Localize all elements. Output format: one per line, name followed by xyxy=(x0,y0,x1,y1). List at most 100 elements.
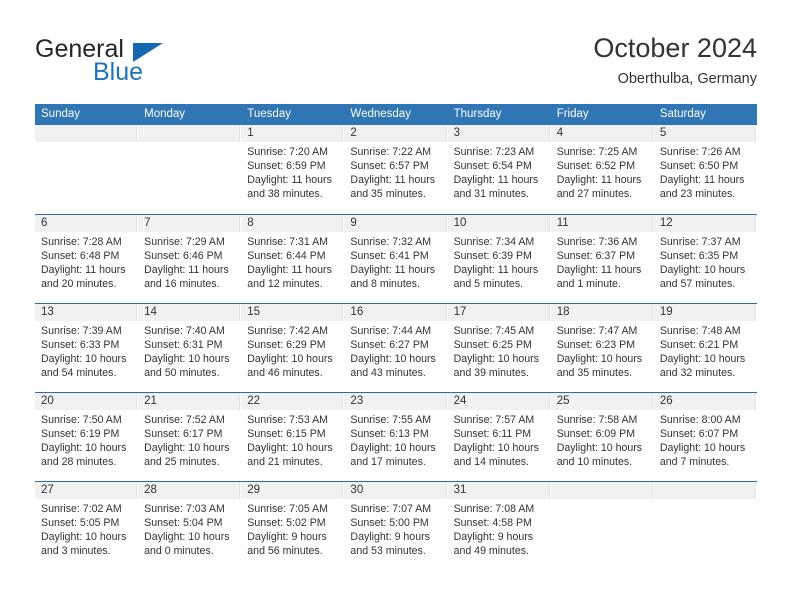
day-cell[interactable]: 22 Sunrise: 7:53 AM Sunset: 6:15 PM Dayligh… xyxy=(241,393,345,481)
weekday-header-tuesday: Tuesday xyxy=(247,108,291,120)
day-number: 17 xyxy=(453,306,467,318)
day-cell[interactable]: 21 Sunrise: 7:52 AM Sunset: 6:17 PM Dayligh… xyxy=(138,393,242,481)
day-cell[interactable]: 2 Sunrise: 7:22 AM Sunset: 6:57 PM Daylight… xyxy=(344,125,448,214)
day-cell[interactable]: 5 Sunrise: 7:26 AM Sunset: 6:50 PM Daylight… xyxy=(653,125,757,214)
day-number: 6 xyxy=(41,217,48,229)
day-details: Sunrise: 7:36 AM Sunset: 6:37 PM Daylight:… xyxy=(551,232,653,291)
sunrise-text: Sunrise: 7:32 AM xyxy=(350,236,432,248)
daylight-text-line2: and 23 minutes. xyxy=(659,188,736,200)
day-number: 11 xyxy=(556,217,569,229)
day-details: Sunrise: 8:00 AM Sunset: 6:07 PM Daylight:… xyxy=(654,410,756,469)
calendar-week-row: 6 Sunrise: 7:28 AM Sunset: 6:48 PM Daylight… xyxy=(35,214,757,303)
day-cell[interactable]: 12 Sunrise: 7:37 AM Sunset: 6:35 PM Dayligh… xyxy=(653,215,757,303)
day-number-band: 19 xyxy=(653,304,756,321)
daylight-text-line2: and 25 minutes. xyxy=(144,456,220,468)
sunrise-text: Sunrise: 7:08 AM xyxy=(453,503,535,515)
daylight-text-line1: Daylight: 10 hours xyxy=(247,442,333,454)
sunrise-text: Sunrise: 7:40 AM xyxy=(144,325,225,337)
day-cell[interactable]: 15 Sunrise: 7:42 AM Sunset: 6:29 PM Dayligh… xyxy=(241,304,345,392)
day-number-band: 22 xyxy=(241,393,344,410)
daylight-text-line1: Daylight: 10 hours xyxy=(144,442,230,454)
sunrise-text: Sunrise: 7:23 AM xyxy=(453,146,535,158)
day-cell[interactable]: 29 Sunrise: 7:05 AM Sunset: 5:02 PM Dayligh… xyxy=(241,482,345,570)
calendar-week-row: 20 Sunrise: 7:50 AM Sunset: 6:19 PM Dayligh… xyxy=(35,392,757,481)
daylight-text-line1: Daylight: 11 hours xyxy=(453,174,539,186)
day-cell[interactable]: 10 Sunrise: 7:34 AM Sunset: 6:39 PM Dayligh… xyxy=(447,215,551,303)
day-cell[interactable]: 26 Sunrise: 8:00 AM Sunset: 6:07 PM Dayligh… xyxy=(653,393,757,481)
sunset-text: Sunset: 6:13 PM xyxy=(350,428,429,440)
day-number: 19 xyxy=(659,306,673,318)
daylight-text-line2: and 56 minutes. xyxy=(247,545,323,557)
sunset-text: Sunset: 6:41 PM xyxy=(350,250,429,262)
day-cell[interactable]: 9 Sunrise: 7:32 AM Sunset: 6:41 PM Daylight… xyxy=(344,215,448,303)
sunset-text: Sunset: 6:07 PM xyxy=(659,428,739,440)
daylight-text-line1: Daylight: 10 hours xyxy=(41,531,127,543)
day-number-band: 2 xyxy=(344,125,447,142)
daylight-text-line2: and 28 minutes. xyxy=(41,456,117,468)
day-cell[interactable]: 28 Sunrise: 7:03 AM Sunset: 5:04 PM Dayligh… xyxy=(138,482,242,570)
day-cell-empty xyxy=(138,125,242,214)
day-cell[interactable]: 20 Sunrise: 7:50 AM Sunset: 6:19 PM Dayligh… xyxy=(35,393,139,481)
day-cell[interactable]: 13 Sunrise: 7:39 AM Sunset: 6:33 PM Dayligh… xyxy=(35,304,139,392)
day-details: Sunrise: 7:34 AM Sunset: 6:39 PM Daylight:… xyxy=(448,232,550,291)
daylight-text-line1: Daylight: 11 hours xyxy=(350,264,436,276)
day-cell[interactable]: 19 Sunrise: 7:48 AM Sunset: 6:21 PM Dayligh… xyxy=(653,304,757,392)
day-cell[interactable]: 7 Sunrise: 7:29 AM Sunset: 6:46 PM Daylight… xyxy=(138,215,242,303)
day-cell[interactable]: 23 Sunrise: 7:55 AM Sunset: 6:13 PM Dayligh… xyxy=(344,393,448,481)
day-number: 9 xyxy=(350,217,357,229)
day-details: Sunrise: 7:23 AM Sunset: 6:54 PM Daylight:… xyxy=(448,142,550,201)
weekday-header-friday: Friday xyxy=(556,108,589,120)
day-cell[interactable]: 31 Sunrise: 7:08 AM Sunset: 4:58 PM Dayligh… xyxy=(447,482,551,570)
day-cell[interactable]: 8 Sunrise: 7:31 AM Sunset: 6:44 PM Daylight… xyxy=(241,215,345,303)
day-cell[interactable]: 16 Sunrise: 7:44 AM Sunset: 6:27 PM Dayligh… xyxy=(344,304,448,392)
day-details: Sunrise: 7:48 AM Sunset: 6:21 PM Daylight:… xyxy=(654,321,756,380)
day-cell[interactable]: 11 Sunrise: 7:36 AM Sunset: 6:37 PM Dayligh… xyxy=(550,215,654,303)
sunset-text: Sunset: 6:44 PM xyxy=(247,250,326,262)
day-cell[interactable]: 14 Sunrise: 7:40 AM Sunset: 6:31 PM Dayligh… xyxy=(138,304,242,392)
day-cell[interactable]: 4 Sunrise: 7:25 AM Sunset: 6:52 PM Daylight… xyxy=(550,125,654,214)
day-number: 22 xyxy=(247,395,261,407)
day-number: 15 xyxy=(247,306,261,318)
daylight-text-line2: and 17 minutes. xyxy=(350,456,426,468)
day-cell[interactable]: 3 Sunrise: 7:23 AM Sunset: 6:54 PM Daylight… xyxy=(447,125,551,214)
day-cell[interactable]: 6 Sunrise: 7:28 AM Sunset: 6:48 PM Daylight… xyxy=(35,215,139,303)
day-number-band: 27 xyxy=(35,482,138,499)
sunrise-text: Sunrise: 7:48 AM xyxy=(659,325,741,337)
daylight-text-line2: and 43 minutes. xyxy=(350,367,426,379)
daylight-text-line2: and 35 minutes. xyxy=(350,188,426,200)
day-cell[interactable]: 30 Sunrise: 7:07 AM Sunset: 5:00 PM Dayligh… xyxy=(344,482,448,570)
daylight-text-line2: and 3 minutes. xyxy=(41,545,111,557)
sunrise-text: Sunrise: 7:39 AM xyxy=(41,325,122,337)
day-details: Sunrise: 7:44 AM Sunset: 6:27 PM Daylight:… xyxy=(344,321,446,380)
daylight-text-line1: Daylight: 10 hours xyxy=(659,264,746,276)
day-cell[interactable]: 25 Sunrise: 7:58 AM Sunset: 6:09 PM Dayligh… xyxy=(550,393,654,481)
day-cell[interactable]: 17 Sunrise: 7:45 AM Sunset: 6:25 PM Dayligh… xyxy=(447,304,551,392)
daylight-text-line1: Daylight: 11 hours xyxy=(350,174,436,186)
sunrise-text: Sunrise: 7:31 AM xyxy=(247,236,328,248)
sunset-text: Sunset: 6:21 PM xyxy=(659,339,739,351)
sunset-text: Sunset: 6:11 PM xyxy=(453,428,532,440)
day-number-band: 3 xyxy=(447,125,550,142)
page-subtitle: Oberthulba, Germany xyxy=(617,71,757,87)
day-cell[interactable]: 18 Sunrise: 7:47 AM Sunset: 6:23 PM Dayligh… xyxy=(550,304,654,392)
daylight-text-line2: and 49 minutes. xyxy=(453,545,529,557)
day-number-band: 15 xyxy=(241,304,344,321)
day-details xyxy=(35,142,137,145)
day-cell[interactable]: 27 Sunrise: 7:02 AM Sunset: 5:05 PM Dayligh… xyxy=(35,482,139,570)
sunset-text: Sunset: 6:17 PM xyxy=(144,428,223,440)
sunset-text: Sunset: 6:31 PM xyxy=(144,339,223,351)
day-number-band: 24 xyxy=(447,393,550,410)
sunrise-text: Sunrise: 7:58 AM xyxy=(556,414,638,426)
calendar-week-row: 27 Sunrise: 7:02 AM Sunset: 5:05 PM Dayligh… xyxy=(35,481,757,570)
daylight-text-line1: Daylight: 11 hours xyxy=(144,264,229,276)
day-number-band: 13 xyxy=(35,304,138,321)
day-details: Sunrise: 7:53 AM Sunset: 6:15 PM Daylight:… xyxy=(241,410,343,469)
daylight-text-line2: and 0 minutes. xyxy=(144,545,214,557)
day-number-band: 17 xyxy=(447,304,550,321)
day-details: Sunrise: 7:58 AM Sunset: 6:09 PM Daylight:… xyxy=(551,410,653,469)
day-number: 27 xyxy=(41,484,54,496)
day-cell[interactable]: 24 Sunrise: 7:57 AM Sunset: 6:11 PM Dayligh… xyxy=(447,393,551,481)
daylight-text-line1: Daylight: 10 hours xyxy=(453,442,539,454)
day-number: 18 xyxy=(556,306,570,318)
day-cell[interactable]: 1 Sunrise: 7:20 AM Sunset: 6:59 PM Daylight… xyxy=(241,125,345,214)
